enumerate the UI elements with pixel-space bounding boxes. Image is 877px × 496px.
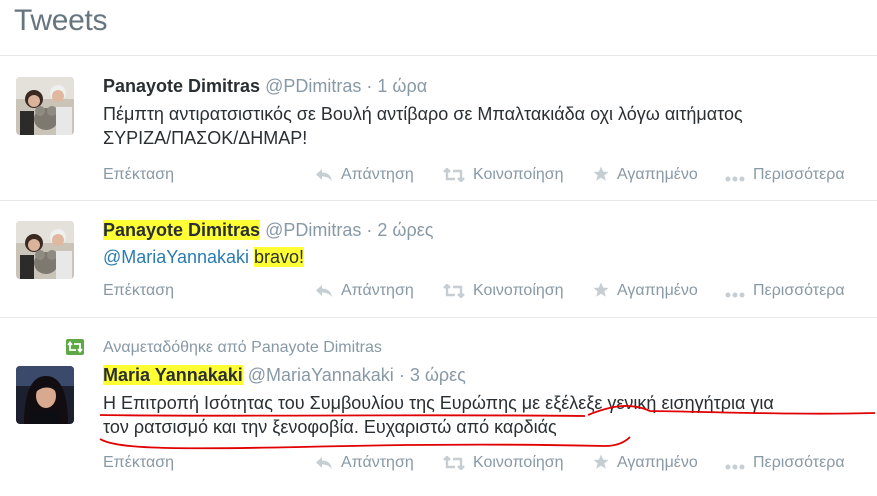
tweet[interactable]: Αναμεταδόθηκε από Panayote Dimitras Mari… [0, 318, 877, 496]
tweet[interactable]: Panayote Dimitras @PDimitras · 2 ώρες @M… [0, 201, 877, 318]
reply-label: Απάντηση [341, 454, 414, 471]
retweet-button[interactable]: Κοινοποίηση [443, 166, 564, 184]
more-label: Περισσότερα [753, 454, 845, 471]
more-dots-icon [725, 292, 745, 298]
author-handle[interactable]: @PDimitras [265, 220, 361, 240]
more-button[interactable]: Περισσότερα [725, 282, 845, 300]
favorite-label: Αγαπημένο [617, 282, 698, 299]
retweet-icon [443, 283, 465, 299]
avatar[interactable] [16, 366, 74, 424]
retweet-label: Κοινοποίηση [473, 454, 564, 471]
star-icon [593, 166, 609, 181]
retweet-icon [443, 455, 465, 471]
avatar[interactable] [16, 221, 74, 279]
more-button[interactable]: Περισσότερα [725, 454, 845, 472]
author-handle[interactable]: @MariaYannakaki [248, 365, 394, 385]
tweet-actions: Επέκταση Απάντηση Κοινοποίηση Αγαπημένο … [103, 282, 863, 304]
tweet-text-line: τον ρατσισμό και την ξενοφοβία. Ευχαριστ… [103, 417, 557, 437]
reply-button[interactable]: Απάντηση [315, 282, 414, 300]
retweet-context[interactable]: Αναμεταδόθηκε από Panayote Dimitras [103, 339, 382, 357]
separator: · [366, 220, 373, 240]
tweet-text-line: ΣΥΡΙΖΑ/ΠΑΣΟΚ/ΔΗΜΑΡ! [103, 128, 308, 148]
retweet-icon [443, 167, 465, 183]
favorite-button[interactable]: Αγαπημένο [593, 454, 698, 472]
timeline-header: Tweets [0, 0, 877, 56]
tweet-actions: Επέκταση Απάντηση Κοινοποίηση Αγαπημένο … [103, 454, 863, 476]
favorite-button[interactable]: Αγαπημένο [593, 282, 698, 300]
reply-icon [316, 457, 332, 469]
separator: · [366, 76, 373, 96]
tweet-header: Maria Yannakaki @MariaYannakaki · 3 ώρες [103, 365, 466, 386]
author-name[interactable]: Panayote Dimitras [103, 76, 260, 96]
tweet-text: Η Επιτροπή Ισότητας του Συμβουλίου της Ε… [103, 391, 774, 439]
more-dots-icon [725, 176, 745, 182]
tweet-header: Panayote Dimitras @PDimitras · 1 ώρα [103, 76, 427, 97]
retweet-label: Κοινοποίηση [473, 166, 564, 183]
favorite-label: Αγαπημένο [617, 166, 698, 183]
tweet-text-line: Πέμπτη αντιρατσιστικός σε Βουλή αντίβαρο… [103, 104, 743, 124]
favorite-label: Αγαπημένο [617, 454, 698, 471]
more-label: Περισσότερα [753, 282, 845, 299]
reply-button[interactable]: Απάντηση [315, 166, 414, 184]
reply-text: bravo! [254, 247, 305, 267]
tweet-text-line: Η Επιτροπή Ισότητας του Συμβουλίου της Ε… [103, 393, 774, 413]
expand-link[interactable]: Επέκταση [103, 454, 174, 472]
more-button[interactable]: Περισσότερα [725, 166, 845, 184]
author-handle[interactable]: @PDimitras [265, 76, 361, 96]
avatar[interactable] [16, 77, 74, 135]
expand-link[interactable]: Επέκταση [103, 166, 174, 184]
more-dots-icon [725, 464, 745, 470]
page-title: Tweets [14, 4, 108, 37]
retweet-icon [66, 339, 84, 355]
tweet-actions: Επέκταση Απάντηση Κοινοποίηση Αγαπημένο … [103, 166, 863, 188]
star-icon [593, 282, 609, 297]
reply-icon [316, 285, 332, 297]
retweet-button[interactable]: Κοινοποίηση [443, 282, 564, 300]
reply-label: Απάντηση [341, 282, 414, 299]
star-icon [593, 454, 609, 469]
timestamp[interactable]: 3 ώρες [410, 365, 466, 385]
tweet-text: Πέμπτη αντιρατσιστικός σε Βουλή αντίβαρο… [103, 102, 743, 150]
expand-link[interactable]: Επέκταση [103, 282, 174, 300]
tweet-header: Panayote Dimitras @PDimitras · 2 ώρες [103, 220, 433, 241]
author-name[interactable]: Maria Yannakaki [103, 365, 243, 385]
separator: · [398, 365, 405, 385]
retweet-label: Κοινοποίηση [473, 282, 564, 299]
author-name[interactable]: Panayote Dimitras [103, 220, 261, 240]
tweet-text: @MariaYannakaki bravo! [103, 245, 305, 269]
tweet[interactable]: Panayote Dimitras @PDimitras · 1 ώρα Πέμ… [0, 56, 877, 201]
favorite-button[interactable]: Αγαπημένο [593, 166, 698, 184]
timestamp[interactable]: 2 ώρες [377, 220, 433, 240]
more-label: Περισσότερα [753, 166, 845, 183]
reply-label: Απάντηση [341, 166, 414, 183]
reply-button[interactable]: Απάντηση [315, 454, 414, 472]
reply-icon [316, 169, 332, 181]
mention-link[interactable]: @MariaYannakaki [103, 247, 249, 267]
timestamp[interactable]: 1 ώρα [377, 76, 427, 96]
retweet-button[interactable]: Κοινοποίηση [443, 454, 564, 472]
